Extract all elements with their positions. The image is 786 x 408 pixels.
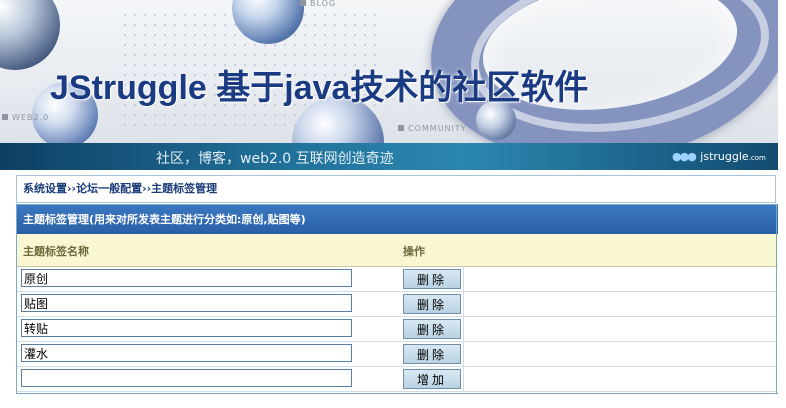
site-banner: BLOG WEB2.0 COMMUNITY JStruggle 基于java技术…: [0, 0, 778, 170]
table-header: 主题标签名称 操作: [17, 234, 778, 267]
people-icon: ●●●: [672, 150, 697, 163]
table-row: 删除: [17, 317, 778, 342]
table-row: 删除: [17, 267, 778, 292]
panel-title: 主题标签管理(用来对所发表主题进行分类如:原创,贴图等): [17, 205, 778, 234]
row-divider: [463, 292, 464, 316]
new-tag-input[interactable]: [21, 369, 352, 387]
brand-logo: ●●● jstruggle.com: [672, 150, 766, 163]
delete-button[interactable]: 删除: [403, 319, 461, 339]
site-slogan: 社区，博客，web2.0 互联网创造奇迹: [156, 151, 394, 167]
banner-tag-web: WEB2.0: [2, 113, 49, 122]
tag-name-input[interactable]: [21, 319, 352, 337]
column-header-name: 主题标签名称: [23, 245, 89, 258]
tag-name-input[interactable]: [21, 344, 352, 362]
tag-management-panel: 主题标签管理(用来对所发表主题进行分类如:原创,贴图等) 主题标签名称 操作 删…: [16, 204, 778, 394]
banner-tag-community: COMMUNITY: [398, 124, 467, 133]
tag-name-input[interactable]: [21, 294, 352, 312]
site-title: JStruggle 基于java技术的社区软件: [50, 69, 589, 107]
row-divider: [463, 342, 464, 366]
table-row-new: 增加: [17, 367, 778, 392]
table-row: 删除: [17, 342, 778, 367]
banner-tag-blog: BLOG: [300, 0, 336, 8]
row-divider: [463, 367, 464, 391]
row-divider: [463, 267, 464, 291]
delete-button[interactable]: 删除: [403, 294, 461, 314]
delete-button[interactable]: 删除: [403, 269, 461, 289]
panel-right-border: [776, 204, 777, 394]
row-divider: [463, 317, 464, 341]
tag-name-input[interactable]: [21, 269, 352, 287]
delete-button[interactable]: 删除: [403, 344, 461, 364]
column-header-action: 操作: [403, 245, 425, 258]
breadcrumb: 系统设置››论坛一般配置››主题标签管理: [16, 175, 776, 203]
add-tag-button[interactable]: 增加: [403, 369, 461, 389]
table-row: 删除: [17, 292, 778, 317]
